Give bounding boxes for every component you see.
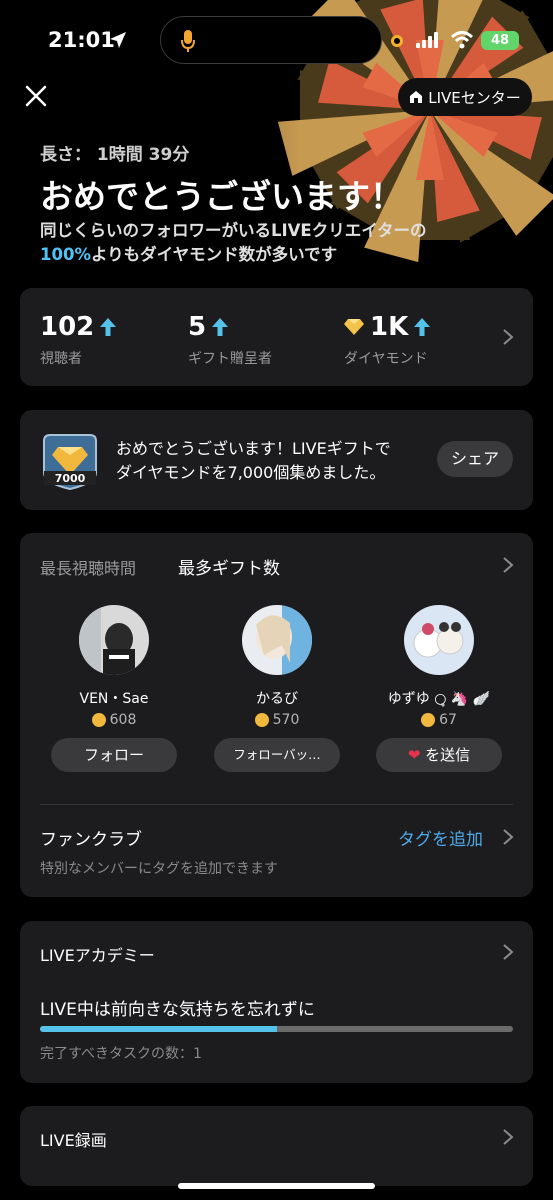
cellular-signal-icon [416, 32, 438, 48]
chevron-right-icon[interactable] [502, 556, 514, 574]
stat-value: 1K [370, 312, 409, 342]
viewer-name: VEN・Sae [79, 691, 149, 707]
viewer-item: VEN・Sae 608 フォロー [39, 605, 189, 772]
arrow-up-icon [100, 318, 117, 336]
diamond-badge-icon: 7000 [43, 434, 97, 491]
stat-viewers: 102 視聴者 [40, 312, 117, 368]
follow-button[interactable]: フォロー [51, 738, 177, 772]
stats-card[interactable]: 102 視聴者 5 ギフト贈呈者 1K ダイヤモンド [20, 288, 533, 386]
follow-back-button[interactable]: フォローバッ… [214, 738, 340, 772]
ranking-text-b: よりもダイヤモンド数が多いです [90, 245, 338, 264]
chevron-right-icon[interactable] [502, 1128, 514, 1146]
tab-most-gifts[interactable]: 最多ギフト数 [178, 554, 280, 579]
top-viewers-card: 最長視聴時間 最多ギフト数 VEN・Sae 608 フォロー かるび 570 フ… [20, 533, 533, 897]
tab-longest-watch[interactable]: 最長視聴時間 [40, 555, 136, 579]
live-center-button[interactable]: LIVEセンター [398, 78, 532, 116]
coin-count: 570 [272, 712, 300, 728]
viewer-coins: 570 [202, 712, 352, 728]
viewer-item: かるび 570 フォローバッ… [202, 605, 352, 772]
live-center-label: LIVEセンター [428, 88, 521, 107]
heart-icon: ❤ [407, 746, 421, 764]
close-icon[interactable] [22, 82, 50, 110]
academy-title: LIVEアカデミー [40, 946, 155, 965]
academy-message: LIVE中は前向きな気持ちを忘れずに [40, 1000, 315, 1020]
achievement-line-2: ダイヤモンドを7,000個集めました。 [116, 463, 386, 482]
viewer-name: ゆずゆ ○̥ 🦄 🪽 [387, 691, 491, 707]
diamond-icon [344, 319, 364, 335]
academy-progress-bar [40, 1026, 513, 1032]
home-icon [410, 91, 423, 103]
ranking-text-a: 同じくらいのフォロワーがいるLIVEクリエイターの [40, 221, 427, 240]
coin-icon [91, 713, 106, 727]
fan-club-title: ファンクラブ [40, 830, 142, 850]
share-button[interactable]: シェア [437, 441, 513, 477]
recording-title: LIVE録画 [40, 1131, 107, 1150]
coin-count: 67 [439, 712, 457, 728]
ranking-percent: 100% [40, 245, 91, 264]
home-indicator[interactable] [178, 1183, 375, 1189]
viewer-coins: 67 [364, 712, 514, 728]
progress-fill [40, 1026, 277, 1032]
live-academy-card[interactable]: LIVEアカデミー LIVE中は前向きな気持ちを忘れずに 完了すべきタスクの数：… [20, 921, 533, 1083]
stat-gift-senders: 5 ギフト贈呈者 [188, 312, 272, 368]
wifi-icon [450, 31, 474, 49]
page-title: おめでとうございます！ [40, 177, 403, 216]
tasks-remaining: 完了すべきタスクの数：1 [40, 1046, 202, 1062]
viewer-item: ゆずゆ ○̥ 🦄 🪽 67 ❤ を送信 [364, 605, 514, 772]
avatar[interactable] [242, 605, 312, 675]
avatar[interactable] [79, 605, 149, 675]
fan-club-subtitle: 特別なメンバーにタグを追加できます [40, 861, 278, 877]
chevron-right-icon[interactable] [502, 328, 514, 346]
stat-label: ダイヤモンド [344, 351, 428, 367]
chevron-right-icon[interactable] [502, 828, 514, 846]
avatar[interactable] [404, 605, 474, 675]
coin-icon [421, 713, 436, 727]
badge-number: 7000 [55, 472, 86, 485]
location-arrow-icon [110, 32, 126, 48]
stat-label: 視聴者 [40, 351, 82, 367]
status-time: 21:01 [48, 28, 115, 52]
battery-indicator: 48 [481, 31, 519, 50]
viewer-coins: 608 [39, 712, 189, 728]
recording-indicator-icon [391, 35, 403, 47]
live-duration: 長さ： 1時間 39分 [40, 145, 190, 165]
achievement-message: おめでとうございます！LIVEギフトで ダイヤモンドを7,000個集めました。 [116, 437, 391, 485]
coin-count: 608 [109, 712, 137, 728]
chevron-right-icon[interactable] [502, 943, 514, 961]
send-label: を送信 [425, 746, 471, 764]
live-recording-card[interactable]: LIVE録画 [20, 1106, 533, 1186]
stat-label: ギフト贈呈者 [188, 351, 272, 367]
stat-diamonds: 1K ダイヤモンド [344, 312, 431, 368]
stat-value: 102 [40, 312, 95, 342]
coin-icon [254, 713, 269, 727]
viewer-name: かるび [256, 691, 298, 707]
achievement-card: 7000 おめでとうございます！LIVEギフトで ダイヤモンドを7,000個集め… [20, 410, 533, 510]
achievement-line-1: おめでとうございます！LIVEギフトで [116, 439, 391, 458]
microphone-icon [181, 30, 195, 52]
arrow-up-icon [414, 318, 431, 336]
dynamic-island [160, 16, 382, 64]
add-tag-link[interactable]: タグを追加 [398, 825, 483, 850]
ranking-description: 同じくらいのフォロワーがいるLIVEクリエイターの 100%よりもダイヤモンド数… [40, 219, 490, 267]
status-bar: 21:01 48 [0, 0, 553, 80]
arrow-up-icon [212, 318, 229, 336]
divider [40, 804, 513, 805]
stat-value: 5 [188, 312, 207, 342]
send-heart-button[interactable]: ❤ を送信 [376, 738, 502, 772]
